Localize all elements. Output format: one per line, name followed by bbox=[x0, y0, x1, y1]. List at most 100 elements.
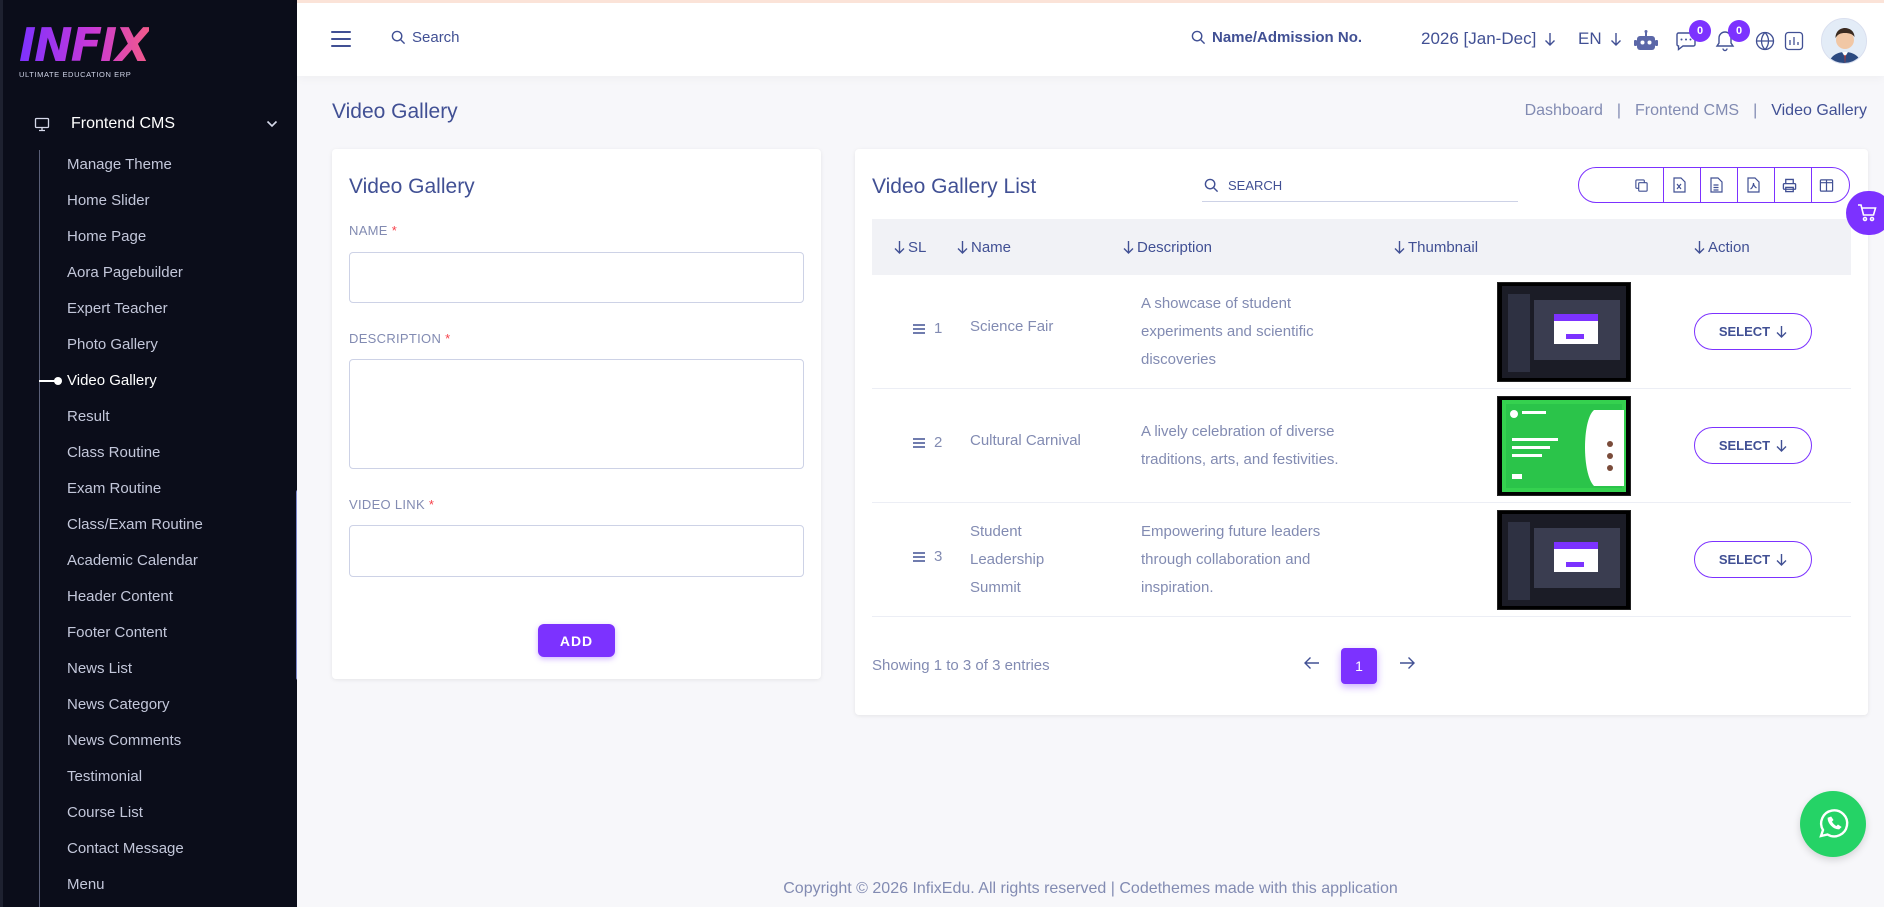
sidebar-item-contact-message[interactable]: Contact Message bbox=[67, 837, 203, 873]
sort-arrow-icon bbox=[1694, 240, 1705, 254]
sidebar-item-news-comments[interactable]: News Comments bbox=[67, 729, 203, 765]
drag-handle-icon[interactable] bbox=[912, 437, 926, 449]
sidebar-item-header-content[interactable]: Header Content bbox=[67, 585, 203, 621]
sidebar-section-label: Frontend CMS bbox=[71, 115, 176, 132]
hamburger-menu-button[interactable] bbox=[331, 31, 351, 52]
sort-arrow-icon bbox=[1394, 240, 1405, 254]
add-video-form-card: Video Gallery NAME * DESCRIPTION * VIDEO… bbox=[332, 149, 821, 679]
globe-icon bbox=[1755, 31, 1775, 51]
robot-icon bbox=[1634, 30, 1658, 50]
language-select[interactable]: EN bbox=[1578, 29, 1622, 49]
row-action-cell: SELECT bbox=[1694, 427, 1812, 464]
pagination-next[interactable] bbox=[1399, 656, 1415, 670]
name-input[interactable] bbox=[349, 252, 804, 303]
chat-button[interactable]: 0 bbox=[1673, 20, 1711, 53]
required-mark: * bbox=[391, 223, 398, 238]
table-row[interactable]: 1 Science Fair A showcase of student exp… bbox=[872, 275, 1851, 389]
sidebar-item-home-page[interactable]: Home Page bbox=[67, 225, 203, 261]
video-link-input[interactable] bbox=[349, 525, 804, 577]
website-link-button[interactable] bbox=[1752, 29, 1778, 53]
search-icon bbox=[1204, 178, 1219, 193]
column-header-label: SL bbox=[908, 238, 927, 256]
add-button[interactable]: ADD bbox=[538, 624, 615, 657]
row-sl: 2 bbox=[934, 434, 943, 451]
video-thumbnail[interactable] bbox=[1497, 396, 1631, 496]
sidebar-item-menu[interactable]: Menu bbox=[67, 873, 203, 907]
breadcrumb-separator: | bbox=[1616, 102, 1622, 119]
sidebar-item-expert-teacher[interactable]: Expert Teacher bbox=[67, 297, 203, 333]
sidebar-item-academic-calendar[interactable]: Academic Calendar bbox=[67, 549, 203, 585]
column-header-sl[interactable]: SL bbox=[894, 239, 926, 256]
brand-logo[interactable]: INFIX ULTIMATE EDUCATION ERP bbox=[19, 22, 151, 79]
pagination-page-current[interactable]: 1 bbox=[1341, 648, 1377, 684]
column-visibility-button[interactable] bbox=[1811, 168, 1841, 202]
select-label: SELECT bbox=[1718, 324, 1771, 339]
columns-icon bbox=[1819, 178, 1834, 192]
sidebar-item-class-exam-routine[interactable]: Class/Exam Routine bbox=[67, 513, 203, 549]
sidebar-item-manage-theme[interactable]: Manage Theme bbox=[67, 153, 203, 189]
sidebar-item-result[interactable]: Result bbox=[67, 405, 203, 441]
sidebar-item-news-category[interactable]: News Category bbox=[67, 693, 203, 729]
sidebar-item-news-list[interactable]: News List bbox=[67, 657, 203, 693]
ai-assistant-button[interactable] bbox=[1633, 29, 1659, 53]
breadcrumb-dashboard[interactable]: Dashboard bbox=[1525, 102, 1603, 120]
sidebar-scrollbar[interactable] bbox=[296, 490, 297, 680]
column-header-name[interactable]: Name bbox=[957, 239, 1011, 256]
print-button[interactable] bbox=[1774, 168, 1804, 202]
sidebar-item-class-routine[interactable]: Class Routine bbox=[67, 441, 203, 477]
column-header-description[interactable]: Description bbox=[1123, 239, 1212, 256]
chevron-down-icon bbox=[265, 120, 279, 128]
required-mark: * bbox=[428, 497, 435, 512]
row-action-cell: SELECT bbox=[1694, 313, 1812, 350]
form-title: Video Gallery bbox=[349, 175, 475, 198]
drag-handle-icon[interactable] bbox=[912, 551, 926, 563]
copy-button[interactable] bbox=[1626, 168, 1656, 202]
whatsapp-chat-button[interactable] bbox=[1800, 791, 1866, 857]
floating-cart-button[interactable] bbox=[1846, 191, 1884, 235]
row-description: Empowering future leaders through collab… bbox=[1141, 523, 1321, 596]
sidebar-item-aora-pagebuilder[interactable]: Aora Pagebuilder bbox=[67, 261, 203, 297]
select-action-button[interactable]: SELECT bbox=[1694, 541, 1812, 578]
sidebar-item-testimonial[interactable]: Testimonial bbox=[67, 765, 203, 801]
pagination-previous[interactable] bbox=[1304, 656, 1320, 670]
reports-button[interactable] bbox=[1781, 29, 1807, 53]
global-search-placeholder: Search bbox=[412, 29, 460, 46]
sidebar-item-footer-content[interactable]: Footer Content bbox=[67, 621, 203, 657]
academic-year-select[interactable]: 2026 [Jan-Dec] bbox=[1421, 29, 1556, 49]
select-action-button[interactable]: SELECT bbox=[1694, 313, 1812, 350]
description-textarea[interactable] bbox=[349, 359, 804, 469]
sidebar-item-exam-routine[interactable]: Exam Routine bbox=[67, 477, 203, 513]
video-thumbnail[interactable] bbox=[1497, 282, 1631, 382]
table-row[interactable]: 2 Cultural Carnival A lively celebration… bbox=[872, 389, 1851, 503]
sidebar-section-frontend-cms[interactable]: Frontend CMS bbox=[33, 110, 279, 138]
drag-handle-icon[interactable] bbox=[912, 323, 926, 335]
pdf-export-button[interactable] bbox=[1737, 168, 1767, 202]
notifications-button[interactable]: 0 bbox=[1712, 20, 1750, 53]
breadcrumb-current: Video Gallery bbox=[1771, 102, 1867, 119]
whatsapp-icon bbox=[1819, 809, 1849, 838]
csv-export-button[interactable] bbox=[1700, 168, 1730, 202]
sidebar-item-video-gallery[interactable]: Video Gallery bbox=[39, 369, 203, 405]
print-icon bbox=[1782, 178, 1797, 192]
table-row[interactable]: 3 Student Leadership Summit Empowering f… bbox=[872, 503, 1851, 617]
language-value: EN bbox=[1578, 29, 1602, 48]
breadcrumb-separator: | bbox=[1753, 102, 1758, 119]
column-header-thumbnail[interactable]: Thumbnail bbox=[1394, 239, 1478, 256]
breadcrumb-frontend-cms[interactable]: Frontend CMS bbox=[1635, 102, 1739, 120]
select-action-button[interactable]: SELECT bbox=[1694, 427, 1812, 464]
global-search[interactable]: Search bbox=[391, 29, 460, 46]
sidebar-item-course-list[interactable]: Course List bbox=[67, 801, 203, 837]
sidebar-item-home-slider[interactable]: Home Slider bbox=[67, 189, 203, 225]
row-sl-cell: 2 bbox=[912, 434, 942, 451]
table-header: SL Name Description Thumbnail Action bbox=[872, 219, 1851, 275]
sidebar-item-photo-gallery[interactable]: Photo Gallery bbox=[67, 333, 203, 369]
notification-count-badge: 0 bbox=[1728, 20, 1750, 42]
user-avatar[interactable] bbox=[1821, 18, 1867, 64]
submenu-guide-line bbox=[39, 150, 40, 907]
column-header-action[interactable]: Action bbox=[1694, 239, 1750, 256]
student-search[interactable]: Name/Admission No. bbox=[1191, 29, 1362, 46]
row-name: Science Fair bbox=[970, 318, 1054, 335]
video-thumbnail[interactable] bbox=[1497, 510, 1631, 610]
table-search[interactable]: SEARCH bbox=[1202, 169, 1518, 202]
excel-export-button[interactable] bbox=[1663, 168, 1693, 202]
